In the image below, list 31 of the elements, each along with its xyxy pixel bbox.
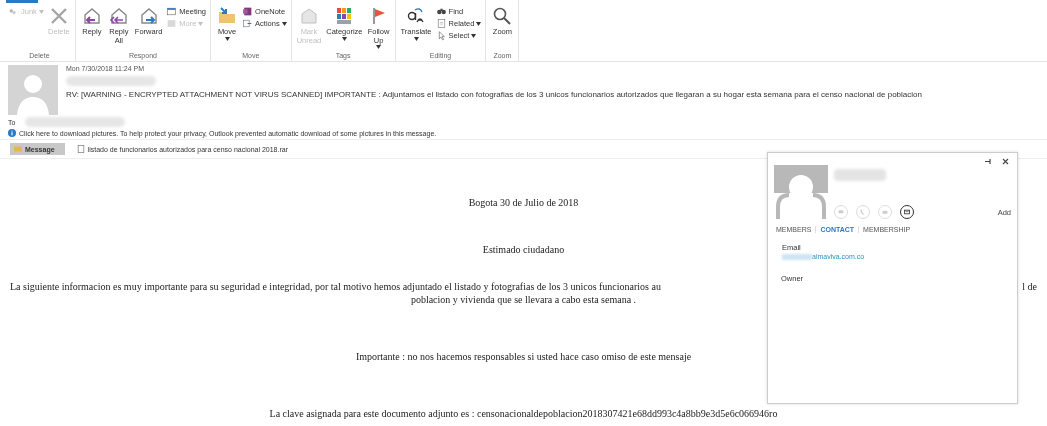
- redacted-email: [782, 253, 812, 260]
- contact-silhouette: [774, 165, 828, 219]
- file-icon: [76, 145, 85, 153]
- binoculars-icon: [435, 6, 447, 17]
- search-icon: [492, 6, 513, 26]
- reply-all-icon: [108, 6, 129, 26]
- info-icon: [8, 129, 16, 137]
- warning-text: Importante : no nos hacemos responsables si usted hace caso omiso de este mensaje: [355, 351, 692, 362]
- avatar-silhouette: [8, 65, 58, 115]
- redacted-contact-name: [834, 169, 886, 181]
- more-icon: [166, 18, 178, 29]
- folder-icon: [217, 6, 238, 26]
- people-icon: [8, 6, 19, 17]
- greeting: Estimado ciudadano: [482, 244, 565, 255]
- forward-icon: [138, 6, 159, 26]
- notebook-icon: [242, 6, 254, 17]
- page-arrow-icon: [242, 18, 254, 29]
- envelope-icon: [14, 145, 22, 153]
- close-icon[interactable]: [1002, 158, 1009, 165]
- reply-icon: [81, 6, 102, 26]
- key-text: La clave asignada para este documento adjunto es : censonacionaldepoblacion2018307421e68dd993c4a8bb9e3d5e6c066946ro: [269, 408, 778, 419]
- calendar-icon: [166, 6, 178, 17]
- delete-icon: [48, 6, 69, 26]
- date-line: Bogota 30 de Julio de 2018: [468, 197, 579, 208]
- pin-icon[interactable]: [985, 158, 992, 165]
- document-icon: [435, 18, 447, 29]
- message-subject: RV: [WARNING - ENCRYPTED ATTACHMENT NOT VIRUS SCANNED] IMPORTANTE : Adjuntamos el listado con fotografias de los 3 unicos funcionarios autorizados que llegaran a su hogar esta semana para el censo nacional de poblacion: [66, 90, 922, 99]
- envelope-icon: [298, 6, 319, 26]
- paragraph-text: poblacion y vivienda que se llevara a cabo esta semana .: [410, 294, 637, 305]
- paragraph-text: La siguiente informacion es muy importante para su seguridad e integridad, por tal motivo hemos adjuntado el listado y fotografias de los 3 unicos funcionarios au: [10, 281, 661, 292]
- paragraph-text: l de: [1022, 281, 1037, 292]
